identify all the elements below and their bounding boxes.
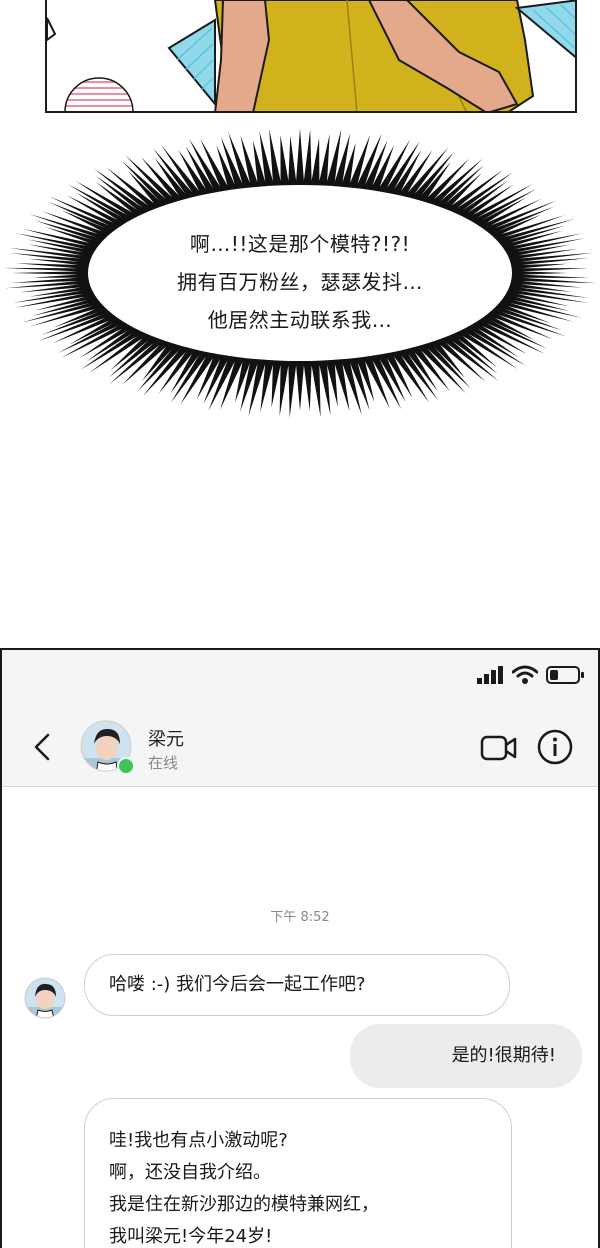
- sender-avatar[interactable]: [24, 977, 66, 1019]
- comic-panel-top: [45, 0, 577, 113]
- signal-icon: [477, 666, 503, 684]
- message-outgoing[interactable]: 是的!很期待!: [350, 1024, 582, 1088]
- video-call-icon[interactable]: [480, 735, 518, 761]
- info-icon[interactable]: [537, 729, 573, 765]
- message-incoming[interactable]: 哇!我也有点小激动呢? 啊，还没自我介绍。 我是住在新沙那边的模特兼网红， 我叫…: [84, 1098, 512, 1248]
- phone-screen: 梁元 在线 下午 8:52 哈喽 :-) 我们今后会一起工作吧? 是的!很期待!…: [0, 648, 600, 1248]
- thought-line-1: 啊…!!这是那个模特?!?!: [189, 232, 411, 256]
- contact-status: 在线: [148, 754, 179, 772]
- thought-line-2: 拥有百万粉丝，瑟瑟发抖…: [177, 270, 423, 294]
- message-text: 哈喽 :-) 我们今后会一起工作吧?: [109, 974, 366, 995]
- chat-header: 梁元 在线: [2, 700, 598, 787]
- message-text: 啊，还没自我介绍。: [109, 1162, 271, 1183]
- contact-name[interactable]: 梁元: [148, 725, 184, 751]
- battery-icon: [546, 666, 584, 684]
- avatar: [24, 977, 66, 1019]
- comic-illustration: [47, 0, 575, 111]
- online-indicator: [117, 757, 135, 775]
- message-text: 我叫梁元!今年24岁!: [109, 1226, 273, 1247]
- contact-avatar[interactable]: [80, 720, 135, 775]
- back-arrow-icon[interactable]: [32, 732, 52, 762]
- thought-bubble: 啊…!!这是那个模特?!?! 拥有百万粉丝，瑟瑟发抖… 他居然主动联系我…: [0, 128, 600, 418]
- status-bar: [2, 650, 598, 700]
- chat-timestamp: 下午 8:52: [270, 910, 330, 925]
- thought-line-3: 他居然主动联系我…: [207, 308, 393, 332]
- message-text: 哇!我也有点小激动呢?: [109, 1130, 288, 1151]
- message-text: 我是住在新沙那边的模特兼网红，: [109, 1194, 379, 1215]
- wifi-icon: [512, 665, 538, 684]
- message-incoming[interactable]: 哈喽 :-) 我们今后会一起工作吧?: [84, 954, 510, 1016]
- message-text: 是的!很期待!: [451, 1045, 556, 1066]
